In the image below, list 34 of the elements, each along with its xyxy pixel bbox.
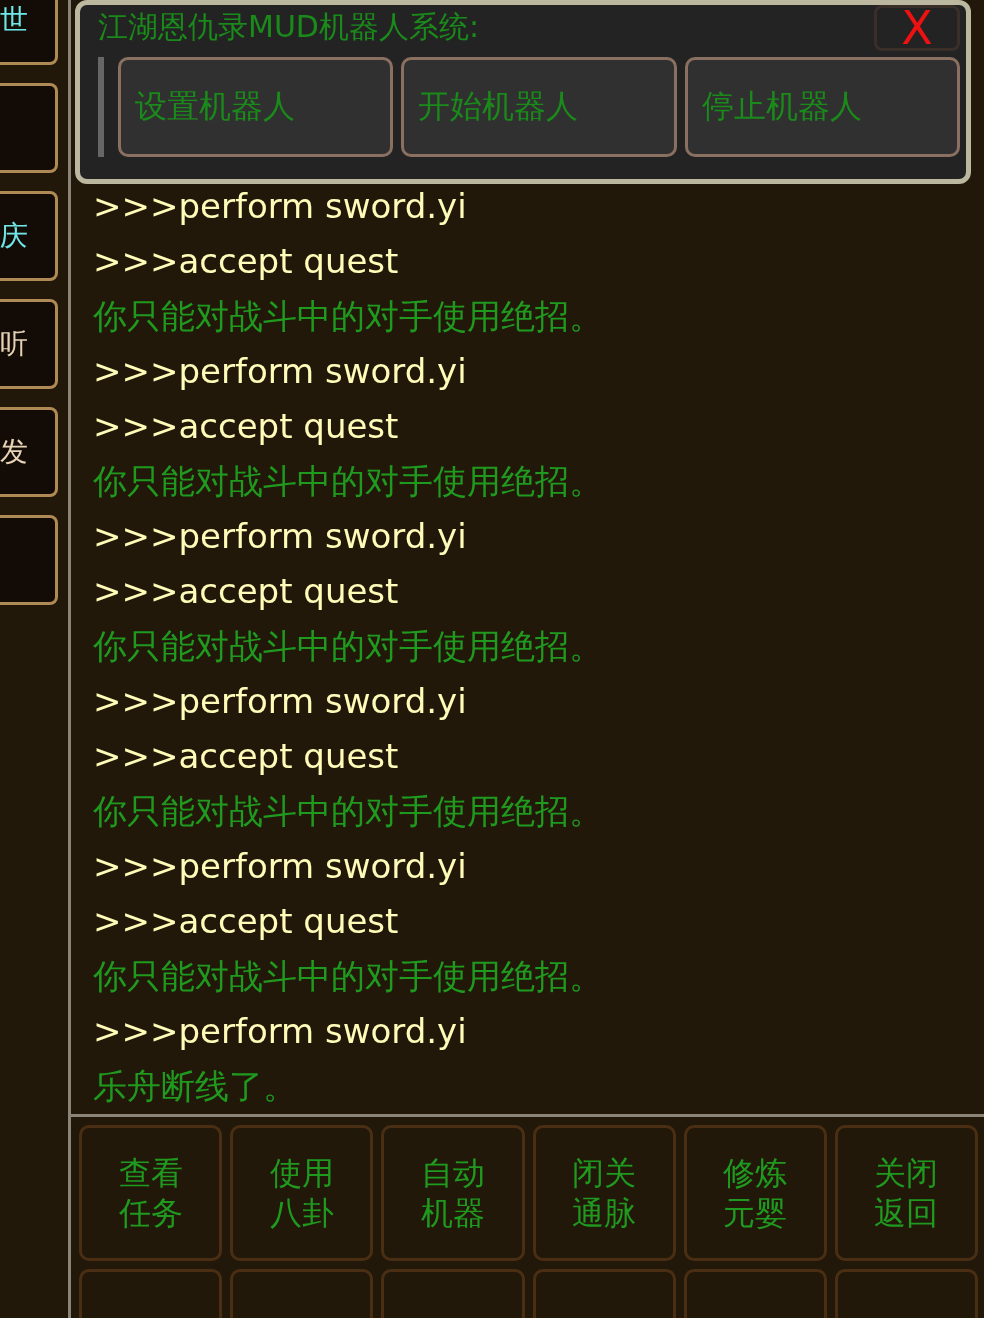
log-line: 你只能对战斗中的对手使用绝招。 [93,295,604,338]
sidebar-button[interactable] [0,515,58,605]
log-line: >>>accept quest [93,405,400,448]
action-button[interactable]: 查看 任务 [79,1125,223,1261]
action-button[interactable]: 修炼 元婴 [683,1125,827,1261]
robot-button[interactable]: 停止机器人 [684,57,960,157]
log-line: 你只能对战斗中的对手使用绝招。 [93,790,604,833]
log-line: >>>perform sword.yi [93,350,468,393]
action-button[interactable]: 使用 八卦 [230,1125,374,1261]
log-line: >>>accept quest [93,570,400,613]
log-line: >>>accept quest [93,735,400,778]
close-button[interactable]: X [874,5,960,51]
robot-button[interactable]: 开始机器人 [401,57,677,157]
log-line: >>>perform sword.yi [93,185,468,228]
log-line: >>>accept quest [93,900,400,943]
sidebar-button[interactable]: 发 [0,407,58,497]
sidebar-button[interactable]: 庆 [0,191,58,281]
robot-button[interactable]: 设置机器人 [117,57,394,157]
sidebar-button[interactable]: 世 [0,0,58,65]
action-button[interactable]: 自动 机器 [381,1125,525,1261]
log-line: 乐舟断线了。 [93,1065,298,1108]
log-line: >>>perform sword.yi [93,1010,468,1053]
log-line: 你只能对战斗中的对手使用绝招。 [93,625,604,668]
sidebar-button[interactable] [0,83,58,173]
log-line: >>>perform sword.yi [93,845,468,888]
log-line: 你只能对战斗中的对手使用绝招。 [93,955,604,998]
log-line: >>>perform sword.yi [93,515,468,558]
log-line: 你只能对战斗中的对手使用绝招。 [93,460,604,503]
sidebar-button[interactable]: 听 [0,299,58,389]
log-line: >>>accept quest [93,240,400,283]
log-line: >>>perform sword.yi [93,680,468,723]
action-button[interactable]: 闭关 通脉 [532,1125,676,1261]
dialog-title: 江湖恩仇录MUD机器人系统: [98,8,480,46]
action-button[interactable]: 关闭 返回 [834,1125,978,1261]
